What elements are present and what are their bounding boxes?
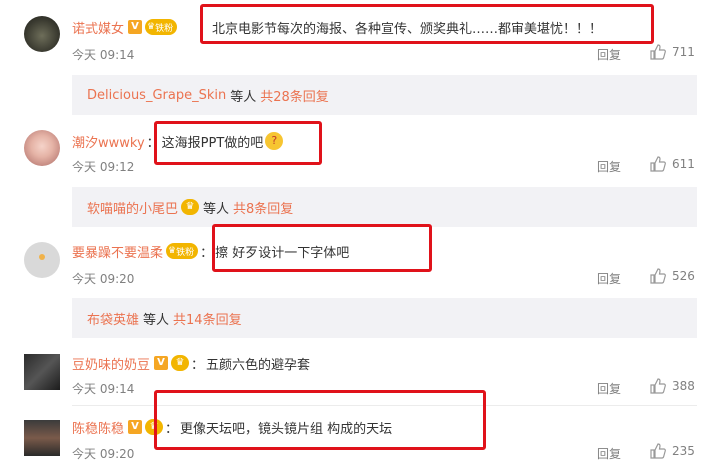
thumbs-up-icon xyxy=(650,378,666,394)
like-count: 526 xyxy=(672,269,695,283)
avatar[interactable] xyxy=(24,420,60,456)
highlight-box xyxy=(154,390,486,450)
username[interactable]: 潮汐wwwky xyxy=(72,132,145,151)
fan-badge-label: 铁粉 xyxy=(176,247,195,258)
reply-button[interactable]: 回复 xyxy=(597,380,621,397)
avatar[interactable] xyxy=(24,354,60,390)
highlight-box xyxy=(200,4,654,44)
timestamp: 今天 09:20 xyxy=(72,447,135,461)
crown-icon: ♛ xyxy=(168,246,177,256)
like-count: 711 xyxy=(672,45,695,59)
reply-user[interactable]: 软喵喵的小尾巴 xyxy=(87,198,178,217)
reply-user[interactable]: Delicious_Grape_Skin xyxy=(87,88,226,103)
replies-summary[interactable]: 软喵喵的小尾巴 ♛ 等人 共8条回复 xyxy=(72,187,697,227)
fan-badge-label: 铁粉 xyxy=(155,23,174,34)
thumbs-up-icon xyxy=(650,44,666,60)
like-button[interactable]: 388 xyxy=(650,378,695,394)
reply-count-link[interactable]: 共8条回复 xyxy=(233,198,293,217)
reply-button[interactable]: 回复 xyxy=(597,445,621,462)
like-button[interactable]: 611 xyxy=(650,156,695,172)
username[interactable]: 陈稳陈稳 xyxy=(72,418,124,437)
reply-user-suffix: 等人 xyxy=(203,201,230,217)
crown-icon: ♛ xyxy=(147,22,156,32)
colon: ： xyxy=(191,357,205,373)
reply-count-link[interactable]: 共28条回复 xyxy=(260,86,329,105)
timestamp: 今天 09:14 xyxy=(72,48,135,62)
replies-summary[interactable]: 布袋英雄 等人 共14条回复 xyxy=(72,298,697,338)
like-count: 388 xyxy=(672,379,695,393)
username[interactable]: 豆奶味的奶豆 xyxy=(72,354,150,373)
reply-button[interactable]: 回复 xyxy=(597,46,621,63)
highlight-box xyxy=(212,224,432,272)
username[interactable]: 要暴躁不要温柔 xyxy=(72,242,163,261)
reply-button[interactable]: 回复 xyxy=(597,158,621,175)
like-button[interactable]: 711 xyxy=(650,44,695,60)
timestamp: 今天 09:14 xyxy=(72,382,135,396)
reply-user-suffix: 等人 xyxy=(230,89,257,105)
comment-text: 五颜六色的避孕套 xyxy=(206,357,311,373)
crown-icon: ♛ xyxy=(171,355,190,371)
crown-icon: ♛ xyxy=(181,199,200,215)
verified-v-icon: V xyxy=(128,20,143,34)
thumbs-up-icon xyxy=(650,268,666,284)
reply-button[interactable]: 回复 xyxy=(597,270,621,287)
like-count: 235 xyxy=(672,444,695,458)
reply-user[interactable]: 布袋英雄 xyxy=(87,309,139,328)
like-button[interactable]: 235 xyxy=(650,443,695,459)
verified-v-icon: V xyxy=(154,356,169,370)
like-count: 611 xyxy=(672,157,695,171)
fan-badge: ♛ 铁粉 xyxy=(166,243,199,259)
verified-v-icon: V xyxy=(128,420,143,434)
timestamp: 今天 09:20 xyxy=(72,272,135,286)
like-button[interactable]: 526 xyxy=(650,268,695,284)
timestamp: 今天 09:12 xyxy=(72,160,135,174)
replies-summary[interactable]: Delicious_Grape_Skin 等人 共28条回复 xyxy=(72,75,697,115)
highlight-box xyxy=(154,121,322,165)
reply-user-suffix: 等人 xyxy=(143,312,170,328)
reply-count-link[interactable]: 共14条回复 xyxy=(173,309,242,328)
avatar[interactable] xyxy=(24,130,60,166)
username[interactable]: 诺式媒女 xyxy=(72,18,124,37)
thumbs-up-icon xyxy=(650,156,666,172)
thumbs-up-icon xyxy=(650,443,666,459)
fan-badge: ♛ 铁粉 xyxy=(145,19,178,35)
avatar[interactable] xyxy=(24,16,60,52)
avatar[interactable] xyxy=(24,242,60,278)
